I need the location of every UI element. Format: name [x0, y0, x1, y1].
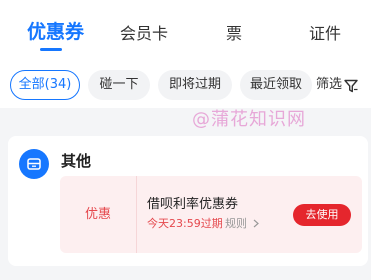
coupon-name: 借呗利率优惠券	[147, 197, 239, 212]
filter-label: 筛选	[316, 77, 343, 92]
category-badge	[19, 149, 49, 179]
tab-membership-cards[interactable]: 会员卡	[120, 20, 168, 48]
category-title: 其他	[61, 152, 92, 170]
coupon-icon	[27, 158, 41, 170]
watermark: @蒲花知识网	[192, 109, 306, 130]
filter-bar: 全部(34) 碰一下 即将过期 最近领取 筛选	[0, 62, 371, 108]
funnel-icon	[344, 79, 358, 93]
tab-documents[interactable]: 证件	[309, 20, 341, 48]
coupon-item[interactable]: 优惠 借呗利率优惠券 今天23:59过期 规则 去使用	[60, 176, 362, 253]
tab-coupons[interactable]: 优惠券	[27, 18, 84, 46]
filter-chip-all[interactable]: 全部(34)	[10, 70, 80, 100]
coupon-expiry: 今天23:59过期	[147, 217, 223, 230]
use-coupon-button[interactable]: 去使用	[293, 204, 351, 226]
coupon-type-label: 优惠	[84, 207, 111, 222]
rules-label: 规则	[225, 217, 247, 230]
filter-chip-recent[interactable]: 最近领取	[240, 70, 312, 100]
chevron-right-icon	[253, 219, 259, 228]
active-tab-indicator	[40, 48, 62, 51]
filter-chip-expiring[interactable]: 即将过期	[158, 70, 232, 100]
filter-chip-tap[interactable]: 碰一下	[88, 70, 150, 100]
coupon-group-card: 其他 优惠 借呗利率优惠券 今天23:59过期 规则 去使用	[8, 136, 368, 266]
coupon-rules-link[interactable]: 规则	[225, 216, 259, 232]
tab-tickets[interactable]: 票	[226, 20, 242, 48]
filter-button[interactable]: 筛选	[316, 70, 358, 100]
wallet-screen: 优惠券 会员卡 票 证件 全部(34) 碰一下 即将过期 最近领取 筛选 @蒲花…	[0, 0, 371, 280]
tab-bar: 优惠券 会员卡 票 证件	[0, 0, 371, 62]
coupon-divider	[136, 176, 137, 253]
